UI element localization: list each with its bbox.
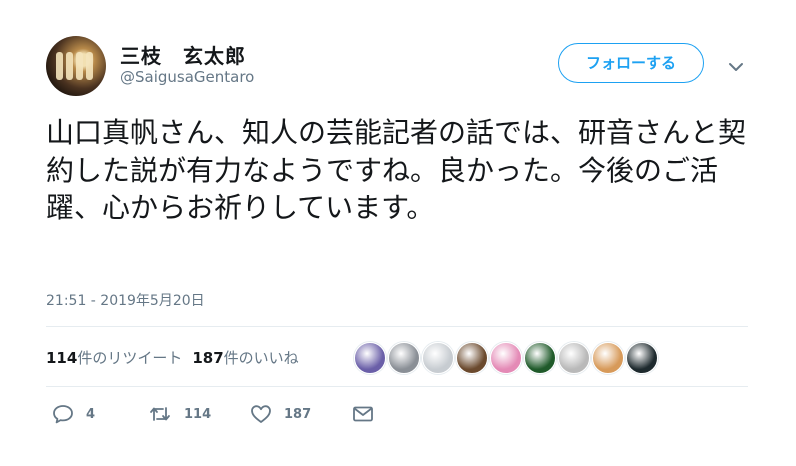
envelope-icon	[353, 406, 373, 422]
liker-avatar-9[interactable]	[626, 342, 658, 374]
liker-avatar-1[interactable]	[354, 342, 386, 374]
divider	[46, 326, 748, 327]
tweet-timestamp[interactable]: 21:51 - 2019年5月20日	[46, 290, 205, 310]
retweet-button[interactable]: 114	[148, 400, 211, 428]
engagement-stats: 114件のリツイート 187件のいいね	[46, 347, 299, 368]
heart-icon	[251, 405, 271, 423]
like-stat[interactable]: 187件のいいね	[192, 349, 298, 367]
reply-count: 4	[86, 406, 96, 422]
display-name[interactable]: 三枝 玄太郎	[120, 40, 246, 69]
reply-button[interactable]: 4	[52, 400, 95, 428]
user-handle[interactable]: @SaigusaGentaro	[120, 68, 254, 86]
retweet-stat[interactable]: 114件のリツイート	[46, 349, 182, 367]
liker-avatar-3[interactable]	[422, 342, 454, 374]
liker-avatar-6[interactable]	[524, 342, 556, 374]
like-label: 件のいいね	[223, 349, 299, 367]
follow-button[interactable]: フォローする	[558, 43, 704, 83]
liker-avatar-5[interactable]	[490, 342, 522, 374]
liker-avatar-2[interactable]	[388, 342, 420, 374]
tweet-text: 山口真帆さん、知人の芸能記者の話では、研音さんと契約した説が有力なようですね。良…	[46, 116, 747, 224]
avatar[interactable]	[46, 36, 106, 96]
like-count: 187	[192, 349, 224, 367]
chevron-down-icon[interactable]	[728, 58, 744, 77]
retweet-count: 114	[46, 349, 78, 367]
like-button[interactable]: 187	[250, 400, 311, 428]
retweet-icon	[150, 407, 170, 421]
liker-avatar-4[interactable]	[456, 342, 488, 374]
retweet-action-count: 114	[184, 406, 212, 422]
divider	[46, 386, 748, 387]
direct-message-button[interactable]	[352, 400, 386, 428]
like-action-count: 187	[284, 406, 312, 422]
retweet-label: 件のリツイート	[77, 349, 183, 367]
liker-avatar-8[interactable]	[592, 342, 624, 374]
reply-icon	[53, 405, 73, 424]
liker-avatar-7[interactable]	[558, 342, 590, 374]
tweet-actions: 4 114 187	[46, 400, 446, 428]
